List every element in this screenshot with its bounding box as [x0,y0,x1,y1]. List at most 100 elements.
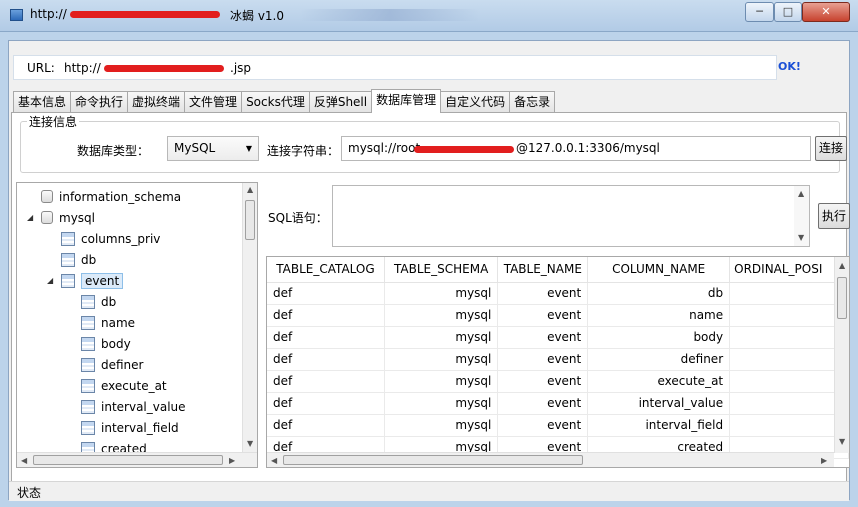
scroll-down-icon[interactable]: ▼ [839,437,845,446]
tab-reverse-shell[interactable]: 反弹Shell [308,91,373,113]
scroll-up-icon[interactable]: ▲ [798,189,804,198]
url-value-suffix: .jsp [230,61,252,75]
table-icon [61,253,75,267]
tab-virtual-terminal[interactable]: 虚拟终端 [127,91,186,113]
table-cell [729,326,849,349]
table-cell: db [587,282,731,305]
grid-vertical-scrollbar[interactable]: ▲ ▼ [834,257,849,453]
tree-node[interactable]: execute_at [81,376,167,396]
scroll-up-icon[interactable]: ▲ [839,261,845,270]
url-row: URL: http:// .jsp OK! [9,55,849,81]
tree-node[interactable]: name [81,313,135,333]
table-cell [729,282,849,305]
tree-vertical-scrollbar[interactable]: ▲ ▼ [242,183,257,453]
connection-status: OK! [778,60,801,73]
tree-horizontal-scrollbar[interactable]: ◀ ▶ [17,452,257,467]
result-table: TABLE_CATALOG TABLE_SCHEMA TABLE_NAME CO… [267,257,849,459]
title-bar: http:// 冰蝎 v1.0 ─ □ ✕ [0,0,858,32]
table-cell: execute_at [587,370,731,393]
table-row[interactable]: def mysql event name [267,304,849,327]
conn-string-input[interactable]: mysql://root @127.0.0.1:3306/mysql [341,136,811,161]
table-cell: mysql [384,304,499,327]
db-type-select[interactable]: MySQL ▼ [167,136,259,161]
schema-tree[interactable]: information_schema ◢ mysql columns_priv … [16,182,258,468]
tree-node[interactable]: interval_field [81,418,179,438]
connect-button[interactable]: 连接 [815,136,847,161]
tree-node[interactable]: ◢ mysql [27,208,95,228]
table-cell: mysql [384,370,499,393]
column-icon [81,316,95,330]
table-cell: event [497,370,589,393]
tree-node[interactable]: columns_priv [61,229,160,249]
table-cell: definer [587,348,731,371]
tab-command-exec[interactable]: 命令执行 [70,91,129,113]
sql-scrollbar[interactable]: ▲ ▼ [794,186,809,246]
column-header[interactable]: ORDINAL_POSI [729,257,849,283]
table-row[interactable]: def mysql event interval_value [267,392,849,415]
tree-node[interactable]: db [61,250,96,270]
database-icon [41,211,53,224]
table-icon [61,232,75,246]
column-header[interactable]: TABLE_CATALOG [267,257,385,283]
table-cell: mysql [384,414,499,437]
table-row[interactable]: def mysql event body [267,326,849,349]
column-header[interactable]: TABLE_NAME [497,257,589,283]
scroll-thumb[interactable] [245,200,255,240]
connection-group-label: 连接信息 [27,113,80,130]
scroll-thumb[interactable] [283,455,583,465]
table-row[interactable]: def mysql event definer [267,348,849,371]
table-cell [729,414,849,437]
tree-node[interactable]: db [81,292,116,312]
column-header[interactable]: COLUMN_NAME [587,257,731,283]
table-cell: interval_value [587,392,731,415]
table-row[interactable]: def mysql event db [267,282,849,305]
scroll-up-icon[interactable]: ▲ [247,185,253,194]
column-icon [81,337,95,351]
connection-group: 连接信息 数据库类型： MySQL ▼ 连接字符串： mysql://root … [20,113,847,173]
column-icon [81,379,95,393]
scroll-down-icon[interactable]: ▼ [798,233,804,242]
scroll-right-icon[interactable]: ▶ [821,456,827,465]
table-cell: event [497,282,589,305]
tree-node[interactable]: information_schema [41,187,181,207]
scroll-left-icon[interactable]: ◀ [271,456,277,465]
execute-button[interactable]: 执行 [818,203,850,229]
redaction-mark [414,146,514,153]
scroll-down-icon[interactable]: ▼ [247,439,253,448]
tab-socks-proxy[interactable]: Socks代理 [241,91,310,113]
scroll-thumb[interactable] [33,455,223,465]
expanded-arrow-icon[interactable]: ◢ [47,271,53,291]
table-row[interactable]: def mysql event execute_at [267,370,849,393]
database-icon [41,190,53,203]
column-icon [81,358,95,372]
app-icon [10,9,23,21]
column-header[interactable]: TABLE_SCHEMA [384,257,499,283]
tree-node[interactable]: body [81,334,131,354]
tab-database-manager[interactable]: 数据库管理 [371,89,442,113]
table-row[interactable]: def mysql event interval_field [267,414,849,437]
scroll-left-icon[interactable]: ◀ [21,456,27,465]
minimize-button[interactable]: ─ [745,2,774,22]
tab-custom-code[interactable]: 自定义代码 [440,91,511,113]
tab-basic-info[interactable]: 基本信息 [13,91,72,113]
tree-node-selected[interactable]: ◢ event [47,271,124,291]
tab-bar: 基本信息 命令执行 虚拟终端 文件管理 Socks代理 反弹Shell 数据库管… [13,89,556,113]
tab-memo[interactable]: 备忘录 [509,91,556,113]
tab-file-manager[interactable]: 文件管理 [184,91,243,113]
table-cell [729,370,849,393]
grid-horizontal-scrollbar[interactable]: ◀ ▶ [267,452,834,467]
conn-string-prefix: mysql://root [348,141,421,155]
maximize-button[interactable]: □ [774,2,802,22]
table-cell: event [497,304,589,327]
scroll-right-icon[interactable]: ▶ [229,456,235,465]
expanded-arrow-icon[interactable]: ◢ [27,208,33,228]
result-grid[interactable]: TABLE_CATALOG TABLE_SCHEMA TABLE_NAME CO… [266,256,850,468]
sql-input[interactable]: ▲ ▼ [332,185,810,247]
close-button[interactable]: ✕ [802,2,850,22]
chevron-down-icon: ▼ [245,144,252,153]
scroll-thumb[interactable] [837,277,847,319]
url-value-prefix: http:// [64,61,101,75]
tree-node[interactable]: definer [81,355,143,375]
tree-node[interactable]: interval_value [81,397,186,417]
table-cell: def [267,414,385,437]
